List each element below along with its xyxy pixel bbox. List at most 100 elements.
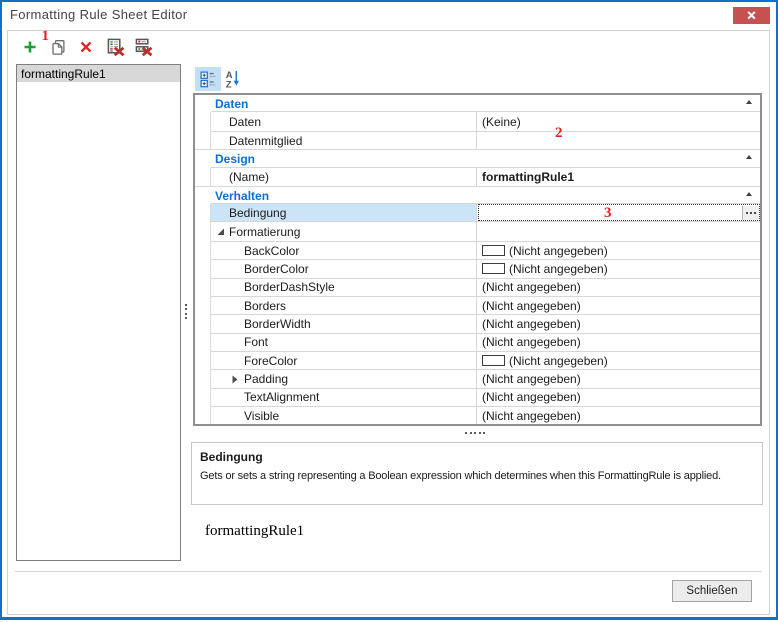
property-value[interactable]: (Nicht angegeben)	[477, 407, 760, 424]
property-row[interactable]: BackColor(Nicht angegeben)	[195, 242, 760, 260]
property-value[interactable]: (Nicht angegeben)	[477, 334, 760, 352]
annotation-3: 3	[604, 206, 612, 221]
property-value[interactable]: (Nicht angegeben)	[477, 260, 760, 278]
property-row[interactable]: Bedingung	[195, 204, 760, 222]
row-gutter	[195, 389, 211, 407]
property-row[interactable]: BorderWidth(Nicht angegeben)	[195, 315, 760, 333]
property-row[interactable]: Daten(Keine)	[195, 112, 760, 132]
schliessen-button[interactable]: Schließen	[672, 580, 752, 602]
annotation-2: 2	[555, 126, 563, 141]
row-gutter	[195, 407, 211, 424]
property-value[interactable]: formattingRule1	[477, 168, 760, 186]
row-gutter	[195, 297, 211, 315]
collapse-arrow-icon[interactable]	[746, 192, 752, 196]
categorized-icon	[200, 71, 217, 88]
property-value[interactable]: (Nicht angegeben)	[477, 315, 760, 333]
property-value[interactable]	[477, 222, 760, 241]
property-grid: DatenDaten(Keine)DatenmitgliedDesign(Nam…	[193, 93, 762, 426]
property-name[interactable]: Daten	[211, 112, 477, 132]
collapse-arrow-icon[interactable]	[746, 155, 752, 159]
description-text: Gets or sets a string representing a Boo…	[200, 470, 721, 482]
property-row[interactable]: Formatierung	[195, 222, 760, 241]
property-row[interactable]: BorderDashStyle(Nicht angegeben)	[195, 279, 760, 297]
property-row[interactable]: Visible(Nicht angegeben)	[195, 407, 760, 424]
row-gutter	[195, 222, 211, 241]
property-row[interactable]: TextAlignment(Nicht angegeben)	[195, 389, 760, 407]
property-name[interactable]: Visible	[211, 407, 477, 424]
color-swatch	[482, 355, 505, 366]
category-row[interactable]: Daten	[195, 95, 760, 112]
window-close-button[interactable]	[733, 7, 770, 24]
horizontal-splitter[interactable]	[465, 432, 485, 434]
row-gutter	[195, 315, 211, 333]
alphabetical-sort-button[interactable]: A Z	[222, 67, 244, 91]
property-name[interactable]: BorderColor	[211, 260, 477, 278]
property-value[interactable]: (Nicht angegeben)	[477, 297, 760, 315]
property-description-panel: Bedingung Gets or sets a string represen…	[191, 442, 763, 505]
delete-row-rules-button[interactable]	[135, 38, 154, 57]
property-row[interactable]: Datenmitglied	[195, 132, 760, 150]
property-value[interactable]: (Nicht angegeben)	[477, 242, 760, 260]
property-name[interactable]: (Name)	[211, 168, 477, 186]
property-row[interactable]: Font(Nicht angegeben)	[195, 334, 760, 352]
delete-sheet-rules-button[interactable]	[107, 38, 126, 57]
category-row[interactable]: Verhalten	[195, 187, 760, 204]
add-rule-button[interactable]	[23, 40, 37, 54]
footer-separator	[15, 571, 762, 572]
condition-editor[interactable]	[478, 204, 760, 221]
category-label: Daten	[195, 95, 248, 112]
property-row[interactable]: Borders(Nicht angegeben)	[195, 297, 760, 315]
svg-text:Z: Z	[226, 79, 232, 88]
ellipsis-button[interactable]	[742, 206, 759, 220]
property-name[interactable]: Font	[211, 334, 477, 352]
property-name[interactable]: Bedingung	[211, 204, 477, 222]
category-row[interactable]: Design	[195, 150, 760, 168]
property-row[interactable]: BorderColor(Nicht angegeben)	[195, 260, 760, 278]
property-value[interactable]: (Nicht angegeben)	[477, 352, 760, 370]
vertical-splitter[interactable]	[185, 304, 187, 321]
property-value[interactable]: (Nicht angegeben)	[477, 370, 760, 388]
property-row[interactable]: ForeColor(Nicht angegeben)	[195, 352, 760, 370]
row-gutter	[195, 132, 211, 149]
expanded-glyph-icon[interactable]	[217, 228, 225, 236]
property-value[interactable]	[477, 132, 760, 149]
row-gutter	[195, 260, 211, 278]
property-row[interactable]: Padding(Nicht angegeben)	[195, 370, 760, 388]
row-gutter	[195, 204, 211, 222]
property-name[interactable]: Datenmitglied	[211, 132, 477, 149]
category-label: Verhalten	[195, 187, 269, 204]
rule-list: formattingRule1	[16, 64, 181, 561]
row-gutter	[195, 112, 211, 132]
row-gutter	[195, 334, 211, 352]
category-label: Design	[195, 150, 255, 168]
property-name[interactable]: Formatierung	[211, 222, 477, 241]
categorized-view-button[interactable]	[195, 67, 221, 91]
close-icon	[747, 11, 756, 20]
annotation-1: 1	[42, 29, 50, 44]
color-swatch	[482, 245, 505, 256]
property-value[interactable]: (Nicht angegeben)	[477, 279, 760, 297]
rule-preview-text: formattingRule1	[205, 523, 304, 540]
property-name[interactable]: Padding	[211, 370, 477, 388]
property-value[interactable]: (Nicht angegeben)	[477, 389, 760, 407]
description-title: Bedingung	[200, 450, 263, 464]
property-name[interactable]: BorderWidth	[211, 315, 477, 333]
collapse-arrow-icon[interactable]	[746, 100, 752, 104]
rule-list-item[interactable]: formattingRule1	[17, 65, 180, 82]
row-gutter	[195, 168, 211, 186]
property-value[interactable]: (Keine)	[477, 112, 760, 132]
collapsed-glyph-icon[interactable]	[232, 375, 238, 384]
property-name[interactable]: Borders	[211, 297, 477, 315]
property-name[interactable]: ForeColor	[211, 352, 477, 370]
property-value[interactable]	[477, 204, 760, 222]
property-row[interactable]: (Name)formattingRule1	[195, 168, 760, 187]
row-gutter	[195, 242, 211, 260]
delete-rule-button[interactable]	[80, 41, 92, 53]
row-gutter	[195, 370, 211, 388]
property-name[interactable]: TextAlignment	[211, 389, 477, 407]
copy-rule-button[interactable]	[51, 39, 66, 55]
row-gutter	[195, 279, 211, 297]
property-name[interactable]: BorderDashStyle	[211, 279, 477, 297]
az-sort-icon: A Z	[225, 70, 241, 88]
property-name[interactable]: BackColor	[211, 242, 477, 260]
